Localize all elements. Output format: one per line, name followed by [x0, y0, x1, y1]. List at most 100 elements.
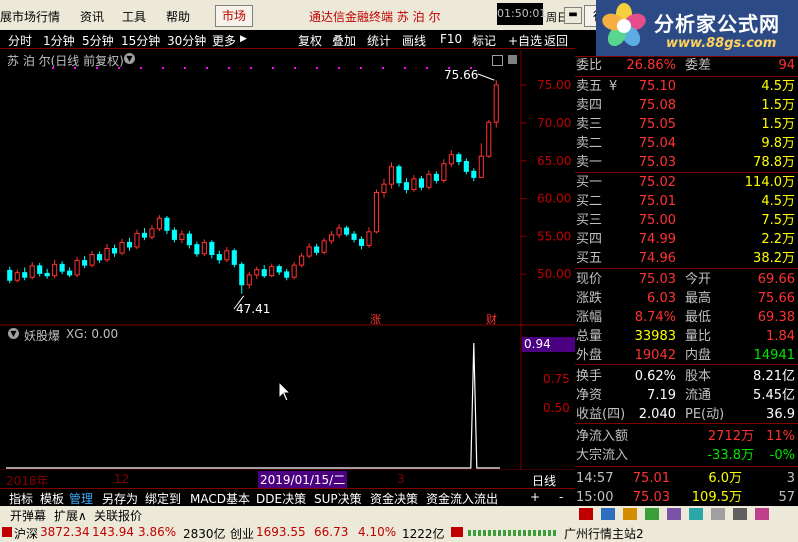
event-mark-rise[interactable]: 涨: [370, 311, 381, 327]
fundamental-label: 净资: [576, 388, 603, 403]
ask-price[interactable]: 75.08: [639, 96, 676, 115]
bid-price[interactable]: 75.01: [639, 192, 676, 211]
menu-market-data[interactable]: 展市场行情: [0, 8, 60, 25]
tick-volume: 109.5万: [691, 490, 742, 505]
menu-help[interactable]: 帮助: [166, 8, 190, 25]
extension-button[interactable]: 开弹幕: [10, 507, 46, 524]
more-chevron-icon[interactable]: ▶: [240, 34, 247, 44]
chart-title-dropdown-icon[interactable]: ▼: [124, 53, 135, 64]
minimize-icon[interactable]: ▬: [564, 7, 582, 24]
indicator-tab[interactable]: MACD基本: [190, 490, 250, 507]
ask-row: 卖一 75.03 78.8万: [575, 153, 798, 172]
candle: [29, 265, 35, 278]
candle: [201, 241, 207, 255]
fundamental-value: 0.62%: [634, 369, 676, 384]
tool-button[interactable]: 返回: [544, 32, 568, 49]
lock-icon[interactable]: [733, 508, 747, 520]
candle: [493, 84, 499, 123]
tool-button[interactable]: +自选: [508, 32, 542, 49]
period-tab[interactable]: 15分钟: [121, 32, 160, 49]
tool-button[interactable]: 复权: [298, 32, 322, 49]
indicator-tab[interactable]: DDE决策: [256, 490, 306, 507]
kline-chart[interactable]: 75.00 70.00 65.00 60.00 55.00 50.00: [0, 50, 575, 470]
indicator-dropdown-icon[interactable]: ▼: [8, 328, 19, 339]
price-tick-label: 75.00: [537, 78, 571, 92]
capital-flow-row: 大宗流入 -33.8万 -0%: [575, 446, 798, 465]
position-icon[interactable]: [645, 508, 659, 520]
bid-label: 买二: [576, 194, 603, 209]
signal-dot: [228, 67, 230, 69]
bid-row: 买三 75.00 7.5万: [575, 211, 798, 230]
bid-price[interactable]: 74.96: [639, 249, 676, 268]
indicator-tab[interactable]: 资金决策: [370, 490, 418, 507]
period-label[interactable]: 日线: [532, 472, 556, 489]
bid-price[interactable]: 74.99: [639, 230, 676, 249]
alert-icon[interactable]: [755, 508, 769, 520]
period-tab[interactable]: 1分钟: [43, 32, 75, 49]
tick-count: 3: [786, 471, 795, 486]
candle: [284, 271, 290, 278]
ask-price[interactable]: 75.03: [639, 153, 676, 172]
settings-icon[interactable]: [711, 508, 725, 520]
indicator-tab[interactable]: 资金流入流出: [426, 490, 498, 507]
extension-button[interactable]: 扩展∧: [54, 507, 87, 524]
ask-row: 卖五 ¥75.10 4.5万: [575, 77, 798, 96]
tool-button[interactable]: 标记: [472, 32, 496, 49]
event-mark-finance[interactable]: 财: [486, 311, 497, 327]
candle: [306, 246, 312, 257]
tool-button[interactable]: 统计: [367, 32, 391, 49]
ask-label: 卖三: [576, 117, 603, 132]
fundamental-value: 2.040: [638, 407, 676, 422]
indicator-tab[interactable]: 另存为: [102, 490, 138, 507]
fundamental-label: 流通: [685, 388, 712, 403]
tick-time: 14:57: [576, 471, 614, 486]
bid-price[interactable]: 75.02: [639, 173, 676, 192]
buy-icon[interactable]: [579, 508, 593, 520]
period-tab[interactable]: 30分钟: [167, 32, 206, 49]
candle: [164, 217, 170, 231]
bid-row: 买二 75.01 4.5万: [575, 192, 798, 211]
sell-icon[interactable]: [601, 508, 615, 520]
period-tab[interactable]: 5分钟: [82, 32, 114, 49]
chart-icon[interactable]: [689, 508, 703, 520]
fundamental-label: 收益(四): [576, 407, 626, 422]
fundamental-value: 5.45亿: [753, 388, 795, 403]
ask-price[interactable]: 75.10: [639, 77, 676, 96]
restore-icon[interactable]: [492, 55, 503, 66]
indicator-tab[interactable]: -: [559, 490, 563, 504]
cy-index-name[interactable]: 创业: [230, 525, 254, 542]
query-icon[interactable]: [667, 508, 681, 520]
sh-index-name[interactable]: 沪深: [14, 525, 38, 542]
indicator-tab[interactable]: 绑定到: [145, 490, 181, 507]
indicator-tab[interactable]: 管理: [69, 490, 93, 507]
tool-button[interactable]: 画线: [402, 32, 426, 49]
indicator-title: 妖股爆: [24, 329, 61, 343]
indicator-tab[interactable]: SUP决策: [314, 490, 362, 507]
cy-index-amount: 1222亿: [402, 527, 445, 541]
cancel-order-icon[interactable]: [623, 508, 637, 520]
menu-news[interactable]: 资讯: [80, 8, 104, 25]
tool-button[interactable]: 叠加: [332, 32, 356, 49]
menu-tools[interactable]: 工具: [122, 8, 146, 25]
server-name[interactable]: 广州行情主站2: [564, 525, 644, 542]
period-more-tab[interactable]: 更多: [212, 32, 236, 49]
date-cursor-label: 2019/01/15/二: [258, 471, 348, 488]
market-tab[interactable]: 市场: [215, 5, 253, 27]
indicator-tab[interactable]: +: [530, 490, 540, 504]
signal-dot: [272, 67, 274, 69]
candle: [37, 265, 43, 274]
ask-label: 卖五: [576, 79, 603, 94]
ask-price[interactable]: 75.05: [639, 115, 676, 134]
price-tick-label: 70.00: [537, 116, 571, 130]
panel-toggle-icon[interactable]: [508, 55, 517, 64]
ask-price[interactable]: 75.04: [639, 134, 676, 153]
stat-row: 现价 75.03 今开 69.66: [575, 270, 798, 289]
tool-button[interactable]: F10: [440, 32, 462, 46]
period-tab[interactable]: 分时: [8, 32, 32, 49]
extension-button[interactable]: 关联报价: [94, 507, 142, 524]
indicator-tab[interactable]: 模板: [40, 490, 64, 507]
indicator-tab[interactable]: 指标: [9, 490, 33, 507]
bid-price[interactable]: 75.00: [639, 211, 676, 230]
stat-value: 6.03: [647, 291, 676, 306]
signal-dot: [360, 67, 362, 69]
